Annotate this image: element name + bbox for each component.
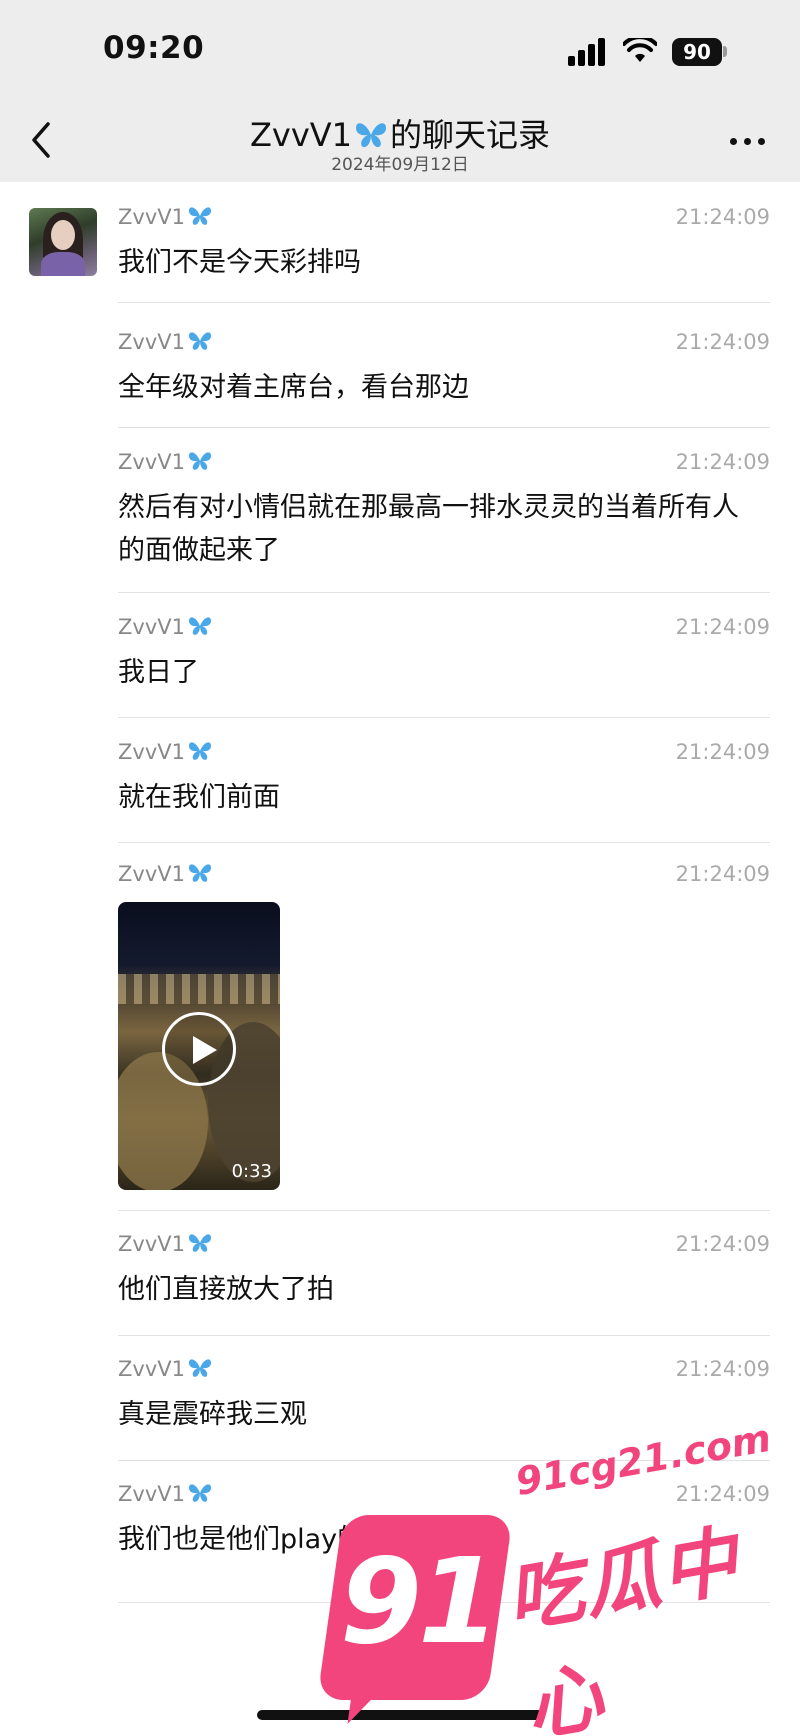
message-time: 21:24:09 bbox=[675, 330, 770, 354]
title-name: ZvvV1 bbox=[249, 116, 353, 154]
butterfly-icon bbox=[188, 332, 211, 350]
wifi-icon bbox=[623, 38, 657, 62]
video-duration: 0:33 bbox=[231, 1161, 272, 1182]
message-sender: ZvvV1 bbox=[118, 205, 213, 229]
butterfly-icon bbox=[188, 1359, 211, 1377]
message-text: 我们也是他们play的一环吗 bbox=[118, 1524, 446, 1555]
message-time: 21:24:09 bbox=[675, 862, 770, 886]
butterfly-icon bbox=[188, 1484, 211, 1502]
message-text: 他们直接放大了拍 bbox=[118, 1274, 334, 1305]
message-divider bbox=[118, 717, 770, 718]
message-time: 21:24:09 bbox=[675, 205, 770, 229]
butterfly-icon bbox=[188, 452, 211, 470]
butterfly-icon bbox=[188, 864, 211, 882]
title-suffix: 的聊天记录 bbox=[390, 116, 551, 154]
cellular-signal-icon bbox=[568, 38, 610, 66]
sender-name: ZvvV1 bbox=[118, 1232, 185, 1256]
message-divider bbox=[118, 842, 770, 843]
message-text: 然后有对小情侣就在那最高一排水灵灵的当着所有人的面做起来了 bbox=[118, 492, 739, 566]
battery-icon: 90 bbox=[672, 38, 722, 66]
sender-name: ZvvV1 bbox=[118, 862, 185, 886]
avatar[interactable] bbox=[29, 208, 97, 276]
message-sender: ZvvV1 bbox=[118, 615, 213, 639]
sender-name: ZvvV1 bbox=[118, 740, 185, 764]
sender-name: ZvvV1 bbox=[118, 205, 185, 229]
butterfly-icon bbox=[356, 123, 387, 148]
message-time: 21:24:09 bbox=[675, 740, 770, 764]
message-time: 21:24:09 bbox=[675, 1482, 770, 1506]
message-sender: ZvvV1 bbox=[118, 330, 213, 354]
message-text: 就在我们前面 bbox=[118, 782, 280, 813]
message-sender: ZvvV1 bbox=[118, 450, 213, 474]
message-divider bbox=[118, 1210, 770, 1211]
message-text: 我日了 bbox=[118, 657, 199, 688]
message-time: 21:24:09 bbox=[675, 615, 770, 639]
sender-name: ZvvV1 bbox=[118, 615, 185, 639]
status-bar: 09:20 90 bbox=[0, 0, 800, 100]
battery-tip bbox=[723, 46, 727, 57]
message-time: 21:24:09 bbox=[675, 450, 770, 474]
message-sender: ZvvV1 bbox=[118, 1482, 213, 1506]
sender-name: ZvvV1 bbox=[118, 450, 185, 474]
message-time: 21:24:09 bbox=[675, 1232, 770, 1256]
message-divider bbox=[118, 1602, 770, 1603]
butterfly-icon bbox=[188, 1234, 211, 1252]
butterfly-icon bbox=[188, 742, 211, 760]
message-sender: ZvvV1 bbox=[118, 1357, 213, 1381]
message-text: 真是震碎我三观 bbox=[118, 1399, 307, 1430]
play-icon[interactable] bbox=[162, 1012, 236, 1086]
message-divider bbox=[118, 427, 770, 428]
message-text: 全年级对着主席台，看台那边 bbox=[118, 372, 469, 403]
message-divider bbox=[118, 1335, 770, 1336]
message-divider bbox=[118, 302, 770, 303]
message-divider bbox=[118, 1460, 770, 1461]
sender-name: ZvvV1 bbox=[118, 330, 185, 354]
butterfly-icon bbox=[188, 617, 211, 635]
video-thumbnail[interactable]: 0:33 bbox=[118, 902, 280, 1190]
nav-bar: ZvvV1 的聊天记录 2024年09月12日 bbox=[0, 100, 800, 182]
sender-name: ZvvV1 bbox=[118, 1357, 185, 1381]
more-dots-icon[interactable] bbox=[730, 138, 766, 146]
message-sender: ZvvV1 bbox=[118, 1232, 213, 1256]
message-sender: ZvvV1 bbox=[118, 740, 213, 764]
message-time: 21:24:09 bbox=[675, 1357, 770, 1381]
message-text: 我们不是今天彩排吗 bbox=[118, 247, 361, 278]
message-divider bbox=[118, 592, 770, 593]
butterfly-icon bbox=[188, 207, 211, 225]
message-sender: ZvvV1 bbox=[118, 862, 213, 886]
home-indicator[interactable] bbox=[257, 1710, 543, 1720]
sender-name: ZvvV1 bbox=[118, 1482, 185, 1506]
page-subtitle-date: 2024年09月12日 bbox=[331, 155, 469, 175]
status-time: 09:20 bbox=[103, 30, 205, 66]
